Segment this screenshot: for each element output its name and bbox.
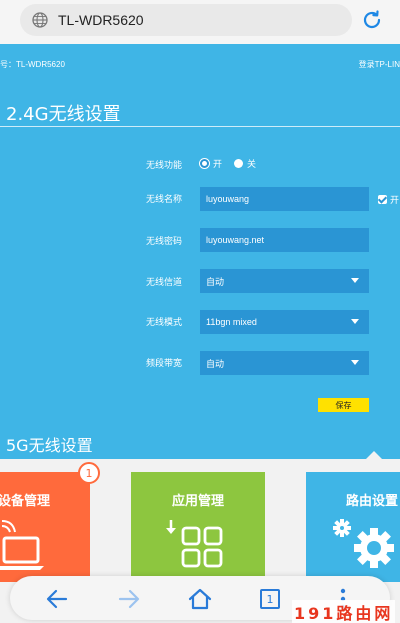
chevron-down-icon: [351, 360, 359, 365]
laptop-icon: [0, 520, 44, 570]
tabs-button[interactable]: 1: [260, 589, 280, 609]
dock-notch: [366, 451, 382, 459]
save-button[interactable]: 保存: [318, 398, 369, 412]
router-admin-page: 号：TL-WDR5620 登录TP-LIN 2.4G无线设置 无线功能 开 关 …: [0, 44, 400, 459]
wireless-function-label: 无线功能: [146, 161, 183, 171]
section-title-24g: 2.4G无线设置: [6, 104, 121, 125]
mode-label: 无线模式: [146, 318, 183, 328]
mode-select[interactable]: 11bgn mixed: [200, 310, 369, 334]
section-divider: [0, 126, 400, 127]
broadcast-label: 开: [390, 196, 400, 206]
ssid-broadcast-toggle[interactable]: 开: [378, 193, 399, 206]
model-label: 号：TL-WDR5620: [0, 60, 65, 69]
back-arrow-icon[interactable]: [44, 586, 70, 612]
reload-icon[interactable]: [360, 8, 384, 32]
radio-on-label: 开: [213, 160, 223, 170]
radio-on[interactable]: [200, 159, 209, 168]
radio-off[interactable]: [234, 159, 244, 168]
tabs-count: 1: [266, 592, 274, 606]
ssid-label: 无线名称: [146, 195, 183, 205]
bandwidth-select[interactable]: 自动: [200, 351, 369, 375]
app-management-title: 应用管理: [171, 494, 224, 509]
notification-badge: 1: [78, 462, 100, 484]
router-settings-title: 路由设置: [346, 494, 399, 509]
router-settings-tile[interactable]: 路由设置: [306, 472, 400, 582]
ssid-value: luyouwang: [206, 194, 250, 204]
apps-grid-icon: [166, 520, 223, 568]
channel-select[interactable]: 自动: [200, 269, 369, 293]
chevron-down-icon: [351, 278, 359, 283]
watermark-logo: 191路由网: [292, 600, 396, 623]
channel-label: 无线信道: [146, 278, 183, 288]
radio-off-label: 关: [247, 160, 257, 170]
device-management-title: 设备管理: [0, 494, 51, 509]
browser-address-bar: TL-WDR5620: [0, 0, 400, 44]
url-box[interactable]: TL-WDR5620: [20, 4, 352, 36]
password-label: 无线密码: [146, 237, 183, 247]
login-label[interactable]: 登录TP-LIN: [359, 59, 400, 70]
forward-arrow-icon[interactable]: [116, 586, 142, 612]
channel-value: 自动: [206, 276, 225, 287]
router-header: 号：TL-WDR5620 登录TP-LIN: [0, 44, 400, 84]
url-text: TL-WDR5620: [58, 12, 144, 28]
wireless-function-radios: 开 关: [200, 157, 256, 170]
device-management-tile[interactable]: 设备管理: [0, 472, 90, 582]
bandwidth-label: 频段带宽: [146, 359, 183, 369]
gear-icon: [333, 519, 394, 568]
section-title-5g: 5G无线设置: [6, 436, 93, 455]
broadcast-checkbox[interactable]: [378, 195, 387, 204]
app-management-tile[interactable]: 应用管理: [131, 472, 265, 582]
chevron-down-icon: [351, 319, 359, 324]
ssid-input[interactable]: luyouwang: [200, 187, 369, 211]
home-icon[interactable]: [187, 586, 213, 612]
bandwidth-value: 自动: [206, 358, 225, 369]
globe-icon: [32, 12, 48, 28]
password-input[interactable]: luyouwang.net: [200, 228, 369, 252]
password-value: luyouwang.net: [206, 235, 265, 245]
mode-value: 11bgn mixed: [206, 317, 257, 327]
